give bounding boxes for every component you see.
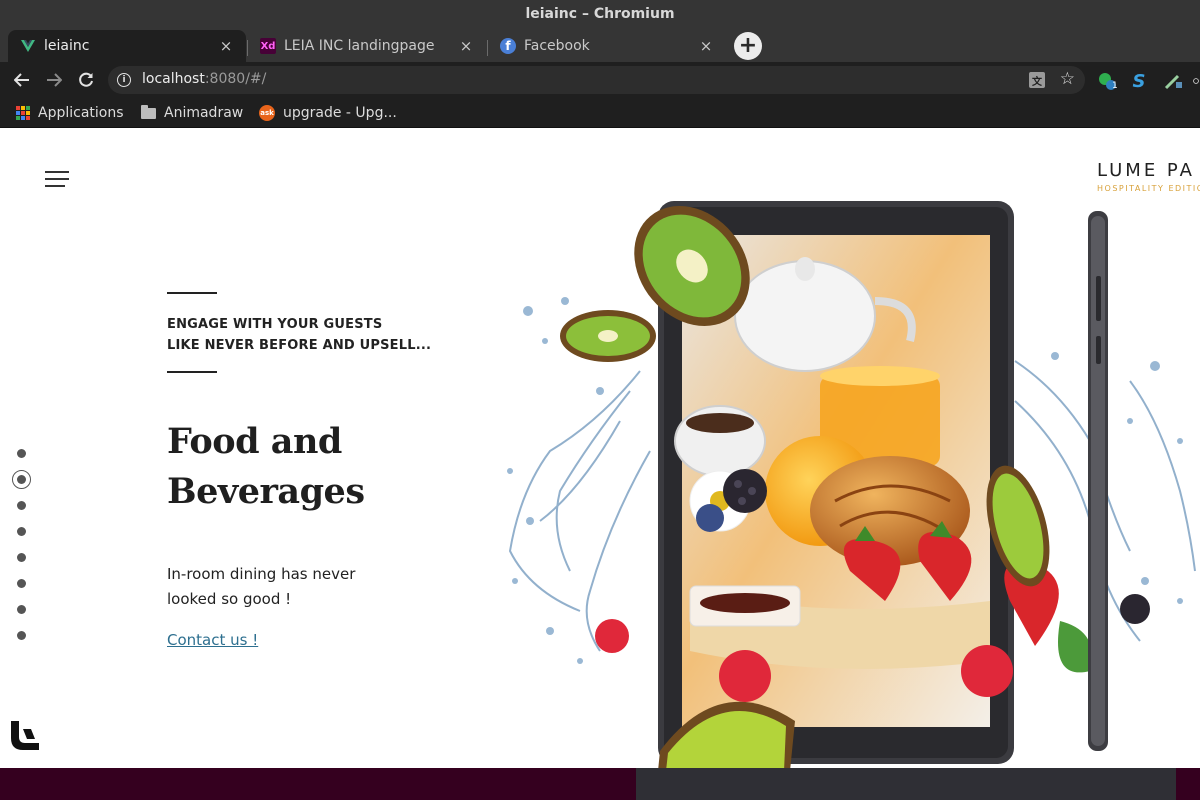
- water-droplets-right: [1051, 352, 1183, 604]
- pagination-dot[interactable]: [17, 579, 26, 588]
- tab-separator: [487, 40, 488, 56]
- address-bar[interactable]: i localhost:8080/#/ 文 ☆: [108, 66, 1085, 94]
- tab-facebook[interactable]: f Facebook ×: [488, 30, 726, 62]
- pagination-dot[interactable]: [17, 631, 26, 640]
- reload-icon: [79, 72, 93, 87]
- next-section-device-slab: [636, 768, 1176, 800]
- headline-line-2: Beverages: [167, 471, 365, 512]
- body-line-2: looked so good !: [167, 590, 292, 608]
- vue-icon: [20, 38, 36, 54]
- leia-logo-icon[interactable]: [9, 719, 41, 751]
- hero-body: In-room dining has never looked so good …: [167, 562, 355, 612]
- site-info-icon[interactable]: i: [117, 73, 131, 87]
- window-titlebar: leiainc – Chromium: [0, 0, 1200, 28]
- reload-button[interactable]: [74, 68, 98, 92]
- brand-logo[interactable]: LUME PA HOSPITALITY EDITIO: [1097, 160, 1200, 193]
- facebook-icon: f: [500, 38, 516, 54]
- hero-tagline: ENGAGE WITH YOUR GUESTS LIKE NEVER BEFOR…: [167, 314, 431, 356]
- tagline-line-2: LIKE NEVER BEFORE AND UPSELL...: [167, 338, 432, 353]
- kiwi-slice-left: [560, 310, 656, 362]
- url-path: :8080/#/: [204, 71, 267, 87]
- tab-strip: leiainc × Xd LEIA INC landingpage × f Fa…: [0, 28, 1200, 62]
- extension-s-icon[interactable]: S: [1129, 71, 1149, 92]
- url-host: localhost: [142, 71, 205, 87]
- pagination-dot[interactable]: [17, 605, 26, 614]
- tab-title: leiainc: [44, 38, 90, 54]
- new-tab-button[interactable]: +: [734, 32, 762, 60]
- tab-leiainc[interactable]: leiainc ×: [8, 30, 246, 62]
- browser-toolbar: i localhost:8080/#/ 文 ☆ 1 S: [0, 62, 1200, 98]
- apps-grid-icon: [16, 106, 30, 120]
- folder-icon: [141, 104, 156, 119]
- extension-pen-icon[interactable]: [1163, 71, 1183, 91]
- bookmark-label: Applications: [38, 105, 124, 121]
- bookmark-label: Animadraw: [164, 105, 244, 121]
- extension-badge-count: 1: [1112, 81, 1118, 91]
- tab-title: Facebook: [524, 38, 590, 54]
- forward-arrow-icon: [47, 73, 62, 87]
- bookmark-label: upgrade - Upg...: [283, 105, 397, 121]
- tagline-top-rule: [167, 292, 217, 294]
- bookmarks-bar: Applications Animadraw ask upgrade - Upg…: [0, 98, 1200, 128]
- tab-title: LEIA INC landingpage: [284, 38, 435, 54]
- pagination-dot[interactable]: [17, 501, 26, 510]
- hero-headline: Food and Beverages: [167, 417, 365, 517]
- raspberry: [719, 650, 771, 702]
- adobe-xd-icon: Xd: [260, 38, 276, 54]
- pagination-dot[interactable]: [17, 553, 26, 562]
- pagination-dot-active[interactable]: [12, 470, 31, 489]
- close-icon[interactable]: ×: [218, 37, 234, 55]
- body-line-1: In-room dining has never: [167, 565, 356, 583]
- close-icon[interactable]: ×: [458, 37, 474, 55]
- blackberry: [723, 469, 767, 513]
- translate-icon[interactable]: 文: [1029, 72, 1045, 88]
- raspberry: [595, 619, 629, 653]
- forward-button[interactable]: [42, 68, 66, 92]
- contact-us-link[interactable]: Contact us !: [167, 631, 258, 649]
- close-icon[interactable]: ×: [698, 37, 714, 55]
- hero-illustration: [507, 201, 1196, 771]
- back-button[interactable]: [10, 68, 34, 92]
- headline-line-1: Food and: [167, 421, 342, 462]
- next-section-band: [0, 768, 1200, 800]
- raspberry: [961, 645, 1013, 697]
- hamburger-menu-icon[interactable]: [45, 171, 69, 187]
- blueberry: [696, 504, 724, 532]
- ask-icon: ask: [259, 105, 275, 121]
- pagination-dot[interactable]: [17, 449, 26, 458]
- landing-page: LUME PA HOSPITALITY EDITIO ENGAGE WITH Y…: [0, 131, 1200, 800]
- bookmark-upgrade[interactable]: ask upgrade - Upg...: [259, 104, 397, 122]
- blackberry: [1120, 594, 1150, 624]
- window-title: leiainc – Chromium: [525, 6, 675, 22]
- bookmark-applications[interactable]: Applications: [16, 104, 124, 122]
- tagline-line-1: ENGAGE WITH YOUR GUESTS: [167, 317, 383, 332]
- tagline-bottom-rule: [167, 371, 217, 373]
- mint-leaf: [1058, 621, 1092, 673]
- back-arrow-icon: [14, 73, 29, 87]
- pagination-dot[interactable]: [17, 527, 26, 536]
- water-splash-left: [508, 370, 651, 652]
- tab-separator: [247, 40, 248, 56]
- brand-name: LUME PA: [1097, 160, 1195, 181]
- bookmark-animadraw[interactable]: Animadraw: [141, 104, 243, 122]
- tab-leia-landingpage[interactable]: Xd LEIA INC landingpage ×: [248, 30, 486, 62]
- bookmark-star-icon[interactable]: ☆: [1060, 69, 1075, 89]
- extension-partial-icon[interactable]: [1192, 71, 1200, 91]
- url-text[interactable]: localhost:8080/#/: [142, 71, 266, 87]
